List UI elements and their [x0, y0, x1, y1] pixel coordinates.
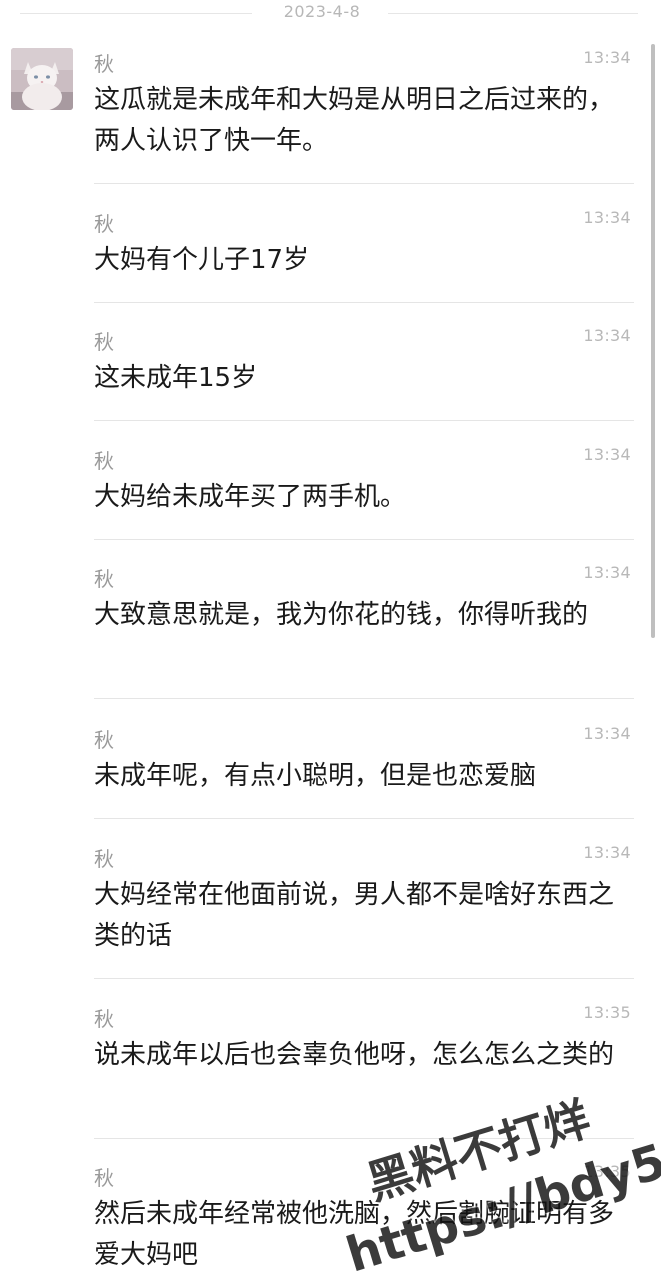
scrollbar[interactable]: [651, 44, 655, 638]
message-item[interactable]: 秋 13:34 未成年呢，有点小聪明，但是也恋爱脑: [94, 724, 634, 819]
message-divider: [94, 698, 634, 699]
message-divider: [94, 420, 634, 421]
message-item[interactable]: 秋 13:35 然后未成年经常被他洗脑，然后割腕证明有多爱大妈吧: [94, 1162, 634, 1280]
message-divider: [94, 183, 634, 184]
message-item[interactable]: 秋 13:34 这未成年15岁: [94, 326, 634, 421]
message-text: 然后未成年经常被他洗脑，然后割腕证明有多爱大妈吧: [94, 1199, 615, 1270]
cat-avatar-icon: [11, 48, 73, 110]
message-time: 13:35: [583, 1003, 631, 1022]
date-separator: 2023-4-8: [0, 0, 661, 28]
sender-name: 秋: [94, 1166, 114, 1190]
message-item[interactable]: 秋 13:34 大妈给未成年买了两手机。: [94, 445, 634, 540]
date-label: 2023-4-8: [283, 2, 361, 21]
message-item[interactable]: 秋 13:34 大致意思就是，我为你花的钱，你得听我的: [94, 563, 634, 699]
message-time: 13:34: [583, 445, 631, 464]
message-text: 大致意思就是，我为你花的钱，你得听我的: [94, 600, 589, 630]
sender-name: 秋: [94, 449, 114, 473]
message-item[interactable]: 秋 13:34 大妈有个儿子17岁: [94, 208, 634, 303]
message-time: 13:34: [583, 843, 631, 862]
date-divider-right: [388, 13, 638, 14]
message-text: 这未成年15岁: [94, 363, 258, 393]
sender-name: 秋: [94, 1007, 114, 1031]
message-time: 13:34: [583, 563, 631, 582]
message-divider: [94, 1138, 634, 1139]
sender-name: 秋: [94, 728, 114, 752]
message-item[interactable]: 秋 13:35 说未成年以后也会辜负他呀，怎么怎么之类的: [94, 1003, 634, 1139]
message-divider: [94, 302, 634, 303]
message-text: 大妈经常在他面前说，男人都不是啥好东西之类的话: [94, 880, 615, 951]
message-divider: [94, 978, 634, 979]
sender-name: 秋: [94, 212, 114, 236]
message-item[interactable]: 秋 13:34 大妈经常在他面前说，男人都不是啥好东西之类的话: [94, 843, 634, 979]
message-text: 大妈有个儿子17岁: [94, 245, 310, 275]
message-time: 13:34: [583, 208, 631, 227]
sender-name: 秋: [94, 52, 114, 76]
chat-history-page: 2023-4-8 秋 13:34 这瓜就是未成年和大妈是从明日之后过来的，两人认…: [0, 0, 661, 1280]
sender-name: 秋: [94, 567, 114, 591]
message-item[interactable]: 秋 13:34 这瓜就是未成年和大妈是从明日之后过来的，两人认识了快一年。: [94, 48, 634, 184]
message-divider: [94, 818, 634, 819]
message-time: 13:34: [583, 724, 631, 743]
message-time: 13:35: [583, 1162, 631, 1181]
message-text: 说未成年以后也会辜负他呀，怎么怎么之类的: [94, 1040, 615, 1070]
message-text: 这瓜就是未成年和大妈是从明日之后过来的，两人认识了快一年。: [94, 85, 615, 156]
sender-name: 秋: [94, 330, 114, 354]
sender-avatar[interactable]: [11, 48, 73, 110]
message-divider: [94, 539, 634, 540]
message-time: 13:34: [583, 48, 631, 67]
message-time: 13:34: [583, 326, 631, 345]
sender-name: 秋: [94, 847, 114, 871]
message-text: 大妈给未成年买了两手机。: [94, 482, 407, 512]
message-text: 未成年呢，有点小聪明，但是也恋爱脑: [94, 761, 537, 791]
